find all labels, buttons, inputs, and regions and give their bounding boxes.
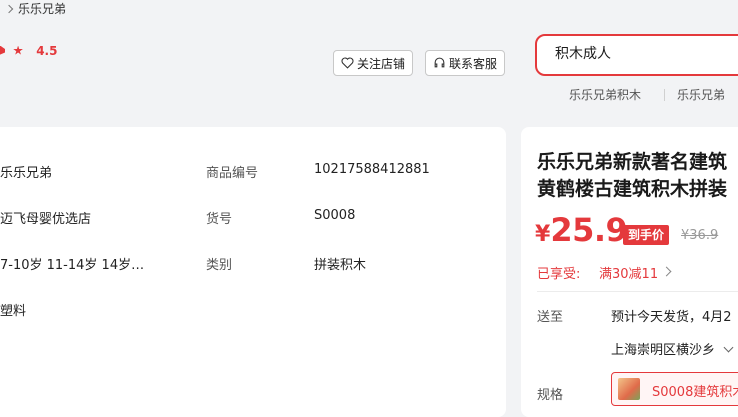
breadcrumb-item-shop[interactable]: 乐乐兄弟 xyxy=(18,2,66,16)
spec-option-selected[interactable]: S0008建筑积木 xyxy=(611,372,738,406)
divider xyxy=(537,291,738,292)
hot-word-1[interactable]: 乐乐兄弟积木 xyxy=(569,86,641,103)
star-icon xyxy=(13,45,23,55)
promo-value[interactable]: 满30减11 xyxy=(599,263,658,282)
contact-service-label: 联系客服 xyxy=(448,56,497,71)
rating-value: 4.5 xyxy=(36,43,58,58)
spec-option-label: S0008建筑积木 xyxy=(652,385,738,400)
product-price: ¥25.9 xyxy=(535,211,628,249)
param-category-label: 类别 xyxy=(206,258,233,273)
chevron-down-icon xyxy=(723,342,734,353)
promo-label: 已享受: xyxy=(537,267,581,282)
param-shop-value[interactable]: 迈飞母婴优选店 xyxy=(0,208,91,227)
param-age-value: 7-10岁 11-14岁 14岁… xyxy=(0,258,145,273)
follow-store-label: 关注店铺 xyxy=(356,56,405,71)
shipping-info: 预计今天发货，4月2 xyxy=(611,310,732,325)
heart-icon xyxy=(341,57,354,69)
star-icon xyxy=(0,45,5,55)
contact-service-button[interactable]: 联系客服 xyxy=(425,50,505,76)
param-brand-value: 乐乐兄弟 xyxy=(0,166,53,181)
price-value: 25.9 xyxy=(550,211,628,249)
chevron-right-icon xyxy=(4,4,14,14)
follow-store-button[interactable]: 关注店铺 xyxy=(333,50,413,76)
param-item-no-label: 货号 xyxy=(206,212,233,227)
shipping-address[interactable]: 上海崇明区横沙乡 xyxy=(611,339,734,358)
param-sku-value: 10217588412881 xyxy=(314,162,430,177)
search-input[interactable] xyxy=(553,44,738,62)
product-title: 乐乐兄弟新款著名建筑 黄鹤楼古建筑积木拼装 xyxy=(537,149,727,203)
product-title-line1: 乐乐兄弟新款著名建筑 xyxy=(537,151,728,173)
shipping-address-text: 上海崇明区横沙乡 xyxy=(611,343,716,358)
search-box xyxy=(535,34,738,76)
original-price: ¥36.9 xyxy=(681,228,719,243)
param-category-value: 拼装积木 xyxy=(314,258,367,273)
hot-word-2[interactable]: 乐乐兄弟 xyxy=(677,86,725,103)
spec-thumbnail xyxy=(618,378,640,400)
hot-word-divider xyxy=(664,89,665,101)
param-material-value: 塑料 xyxy=(0,304,27,319)
product-title-line2: 黄鹤楼古建筑积木拼装 xyxy=(537,178,728,200)
param-item-no-value: S0008 xyxy=(314,208,356,223)
shipping-label: 送至 xyxy=(537,310,564,325)
final-price-badge: 到手价 xyxy=(623,225,670,245)
store-rating: 4.5 xyxy=(0,41,57,59)
headset-icon xyxy=(434,57,445,68)
price-symbol: ¥ xyxy=(535,222,551,247)
param-sku-label: 商品编号 xyxy=(206,166,259,181)
breadcrumb: 乐乐兄弟 xyxy=(0,0,66,18)
spec-label: 规格 xyxy=(537,388,564,403)
